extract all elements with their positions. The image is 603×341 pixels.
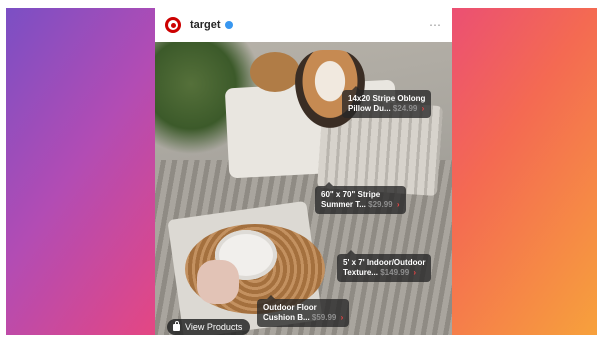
more-options-icon[interactable]: ⋯	[429, 18, 442, 32]
chevron-right-icon: ›	[340, 313, 344, 322]
post-header: target ⋯	[155, 8, 452, 42]
product-tag-name-2: Summer T...	[321, 200, 366, 209]
product-tag[interactable]: Outdoor Floor Cushion B... $59.99 ›	[257, 295, 350, 327]
chevron-right-icon: ›	[413, 268, 417, 277]
product-tag[interactable]: 14x20 Stripe Oblong Pillow Du... $24.99 …	[342, 86, 432, 118]
product-tag-name-2: Cushion B...	[263, 313, 310, 322]
product-tag-price: $24.99	[392, 104, 418, 113]
view-products-label: View Products	[185, 322, 243, 332]
product-tag-price: $59.99	[311, 313, 337, 322]
product-tag-price: $29.99	[368, 200, 393, 209]
gradient-background: target ⋯ 14x20 Stripe Oblong Pillow Du..…	[6, 8, 597, 335]
product-tag-name: 60" x 70" Stripe	[321, 190, 381, 199]
instagram-post: target ⋯ 14x20 Stripe Oblong Pillow Du..…	[155, 8, 452, 335]
candle-image	[197, 260, 239, 304]
product-tag[interactable]: 60" x 70" Stripe Summer T... $29.99 ›	[315, 182, 406, 214]
shopping-bag-icon	[173, 320, 180, 331]
verified-badge-icon	[224, 21, 233, 29]
account-name[interactable]: target	[190, 19, 221, 31]
product-tag-name-2: Texture...	[343, 268, 378, 277]
basket-image	[250, 52, 300, 92]
target-logo-icon[interactable]	[165, 17, 181, 33]
product-tag-name: 14x20 Stripe Oblong	[348, 94, 426, 103]
product-tag-name-2: Pillow Du...	[348, 104, 391, 113]
product-tag-name: 5' x 7' Indoor/Outdoor	[343, 258, 426, 267]
post-photo: 14x20 Stripe Oblong Pillow Du... $24.99 …	[155, 42, 452, 335]
product-tag-price: $149.99	[380, 268, 410, 277]
view-products-button[interactable]: View Products	[167, 319, 251, 335]
product-tag-name: Outdoor Floor	[263, 303, 317, 312]
product-tag[interactable]: 5' x 7' Indoor/Outdoor Texture... $149.9…	[337, 250, 432, 282]
chevron-right-icon: ›	[421, 104, 425, 113]
chevron-right-icon: ›	[396, 200, 400, 209]
